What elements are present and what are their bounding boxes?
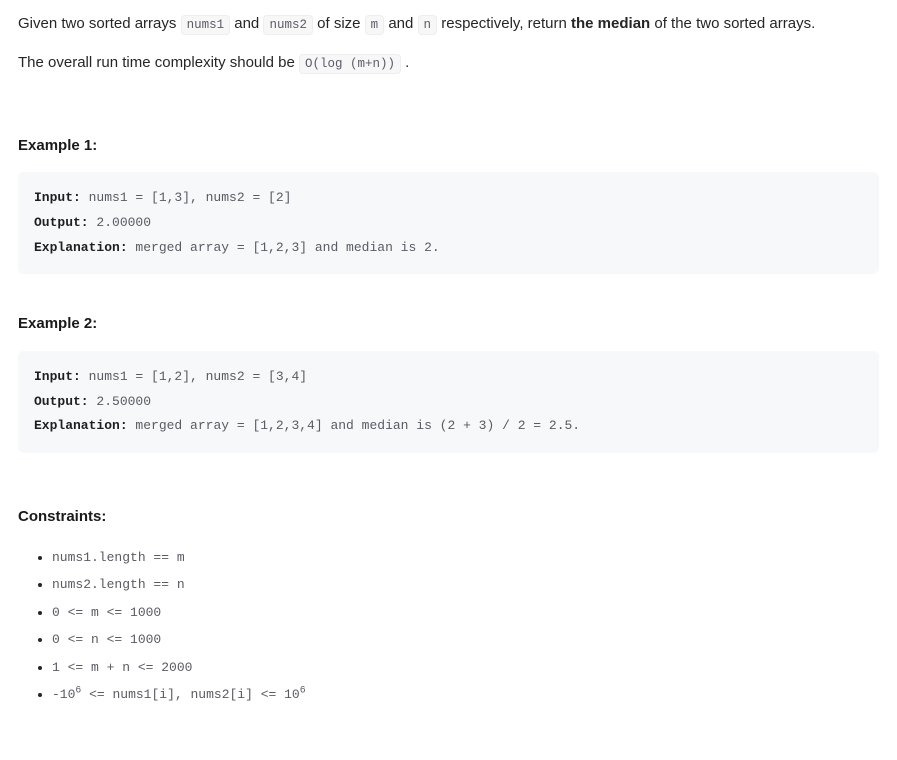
explanation-label: Explanation: xyxy=(34,240,128,255)
text: Given two sorted arrays xyxy=(18,15,181,32)
exponent: 6 xyxy=(300,685,306,696)
example1-title: Example 1: xyxy=(18,134,879,159)
example2-block: Input: nums1 = [1,2], nums2 = [3,4] Outp… xyxy=(18,351,879,453)
constraint-item: 0 <= n <= 1000 xyxy=(52,626,879,653)
text: of size xyxy=(313,15,365,32)
explanation-value: merged array = [1,2,3,4] and median is (… xyxy=(128,418,580,433)
text: <= nums1[i], nums2[i] <= 10 xyxy=(81,687,299,702)
code-m: m xyxy=(365,15,385,35)
text: respectively, return xyxy=(437,15,571,32)
problem-statement-line2: The overall run time complexity should b… xyxy=(18,51,879,76)
constraint-item: nums2.length == n xyxy=(52,571,879,598)
input-value: nums1 = [1,2], nums2 = [3,4] xyxy=(81,369,307,384)
text: of the two sorted arrays. xyxy=(650,15,815,32)
bold-median: the median xyxy=(571,15,650,32)
example2-title: Example 2: xyxy=(18,312,879,337)
constraint-item: 0 <= m <= 1000 xyxy=(52,599,879,626)
code-n: n xyxy=(418,15,438,35)
text: The overall run time complexity should b… xyxy=(18,54,299,71)
explanation-value: merged array = [1,2,3] and median is 2. xyxy=(128,240,440,255)
constraint-item: nums1.length == m xyxy=(52,544,879,571)
constraint-item: -106 <= nums1[i], nums2[i] <= 106 xyxy=(52,681,879,708)
output-label: Output: xyxy=(34,215,89,230)
input-label: Input: xyxy=(34,190,81,205)
text: and xyxy=(230,15,263,32)
constraints-title: Constraints: xyxy=(18,505,879,530)
text: and xyxy=(384,15,417,32)
output-value: 2.00000 xyxy=(89,215,151,230)
text: -10 xyxy=(52,687,75,702)
input-label: Input: xyxy=(34,369,81,384)
explanation-label: Explanation: xyxy=(34,418,128,433)
input-value: nums1 = [1,3], nums2 = [2] xyxy=(81,190,292,205)
code-nums2: nums2 xyxy=(263,15,313,35)
code-complexity: O(log (m+n)) xyxy=(299,54,401,74)
example1-block: Input: nums1 = [1,3], nums2 = [2] Output… xyxy=(18,172,879,274)
constraints-list: nums1.length == m nums2.length == n 0 <=… xyxy=(18,544,879,709)
text: . xyxy=(401,54,409,71)
problem-statement-line1: Given two sorted arrays nums1 and nums2 … xyxy=(18,12,879,37)
code-nums1: nums1 xyxy=(181,15,231,35)
output-value: 2.50000 xyxy=(89,394,151,409)
constraint-item: 1 <= m + n <= 2000 xyxy=(52,654,879,681)
output-label: Output: xyxy=(34,394,89,409)
